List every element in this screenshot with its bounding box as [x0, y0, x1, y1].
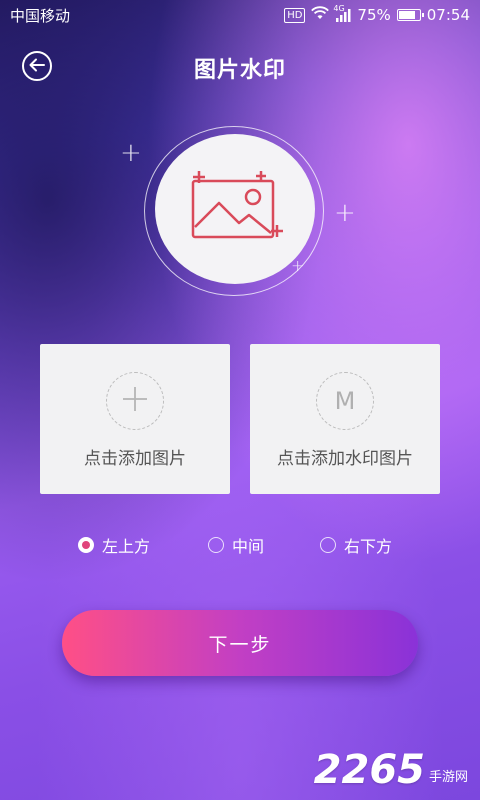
- battery-fill: [398, 11, 415, 19]
- wifi-icon: [311, 6, 330, 24]
- radio-label: 右下方: [344, 537, 393, 556]
- radio-bottom-right[interactable]: 右下方: [320, 533, 392, 557]
- add-watermark-label: 点击添加水印图片: [277, 449, 413, 469]
- radio-label: 左上方: [102, 537, 151, 556]
- radio-unchecked-icon: [208, 537, 224, 553]
- sparkle-icon: +: [334, 198, 356, 228]
- signal-icon: 4G: [333, 4, 351, 22]
- carrier-label: 中国移动: [10, 6, 71, 25]
- status-icons: HD 4G 75% 07:54: [284, 4, 470, 24]
- sparkle-icon: +: [120, 138, 142, 168]
- radio-label: 中间: [232, 537, 265, 556]
- header: 图片水印: [0, 44, 480, 90]
- watermark-letter-icon: M: [334, 387, 356, 415]
- radio-checked-icon: [78, 537, 94, 553]
- image-preview[interactable]: [155, 134, 315, 284]
- plus-icon: [122, 386, 148, 416]
- site-watermark: 2265 手游网: [314, 750, 468, 790]
- battery-icon: [396, 9, 424, 21]
- watermark-text: 手游网: [428, 770, 468, 785]
- position-radio-group: 左上方 中间 右下方: [0, 533, 480, 557]
- add-image-circle: [106, 372, 164, 430]
- add-image-label: 点击添加图片: [84, 449, 186, 469]
- radio-top-left[interactable]: 左上方: [78, 533, 150, 557]
- hd-badge: HD: [284, 7, 306, 23]
- clock: 07:54: [426, 6, 470, 24]
- network-type-label: 4G: [333, 4, 345, 13]
- image-icon: [183, 167, 287, 251]
- page-title: 图片水印: [193, 58, 286, 83]
- battery-percent: 75%: [357, 6, 391, 24]
- watermark-number: 2265: [313, 747, 425, 793]
- radio-unchecked-icon: [320, 537, 336, 553]
- add-image-card[interactable]: 点击添加图片: [40, 344, 230, 494]
- radio-center[interactable]: 中间: [208, 533, 264, 557]
- add-watermark-card[interactable]: M 点击添加水印图片: [250, 344, 440, 494]
- status-bar: 中国移动 HD 4G 75% 07:54: [0, 0, 480, 30]
- add-watermark-circle: M: [316, 372, 374, 430]
- next-button[interactable]: 下一步: [62, 610, 418, 676]
